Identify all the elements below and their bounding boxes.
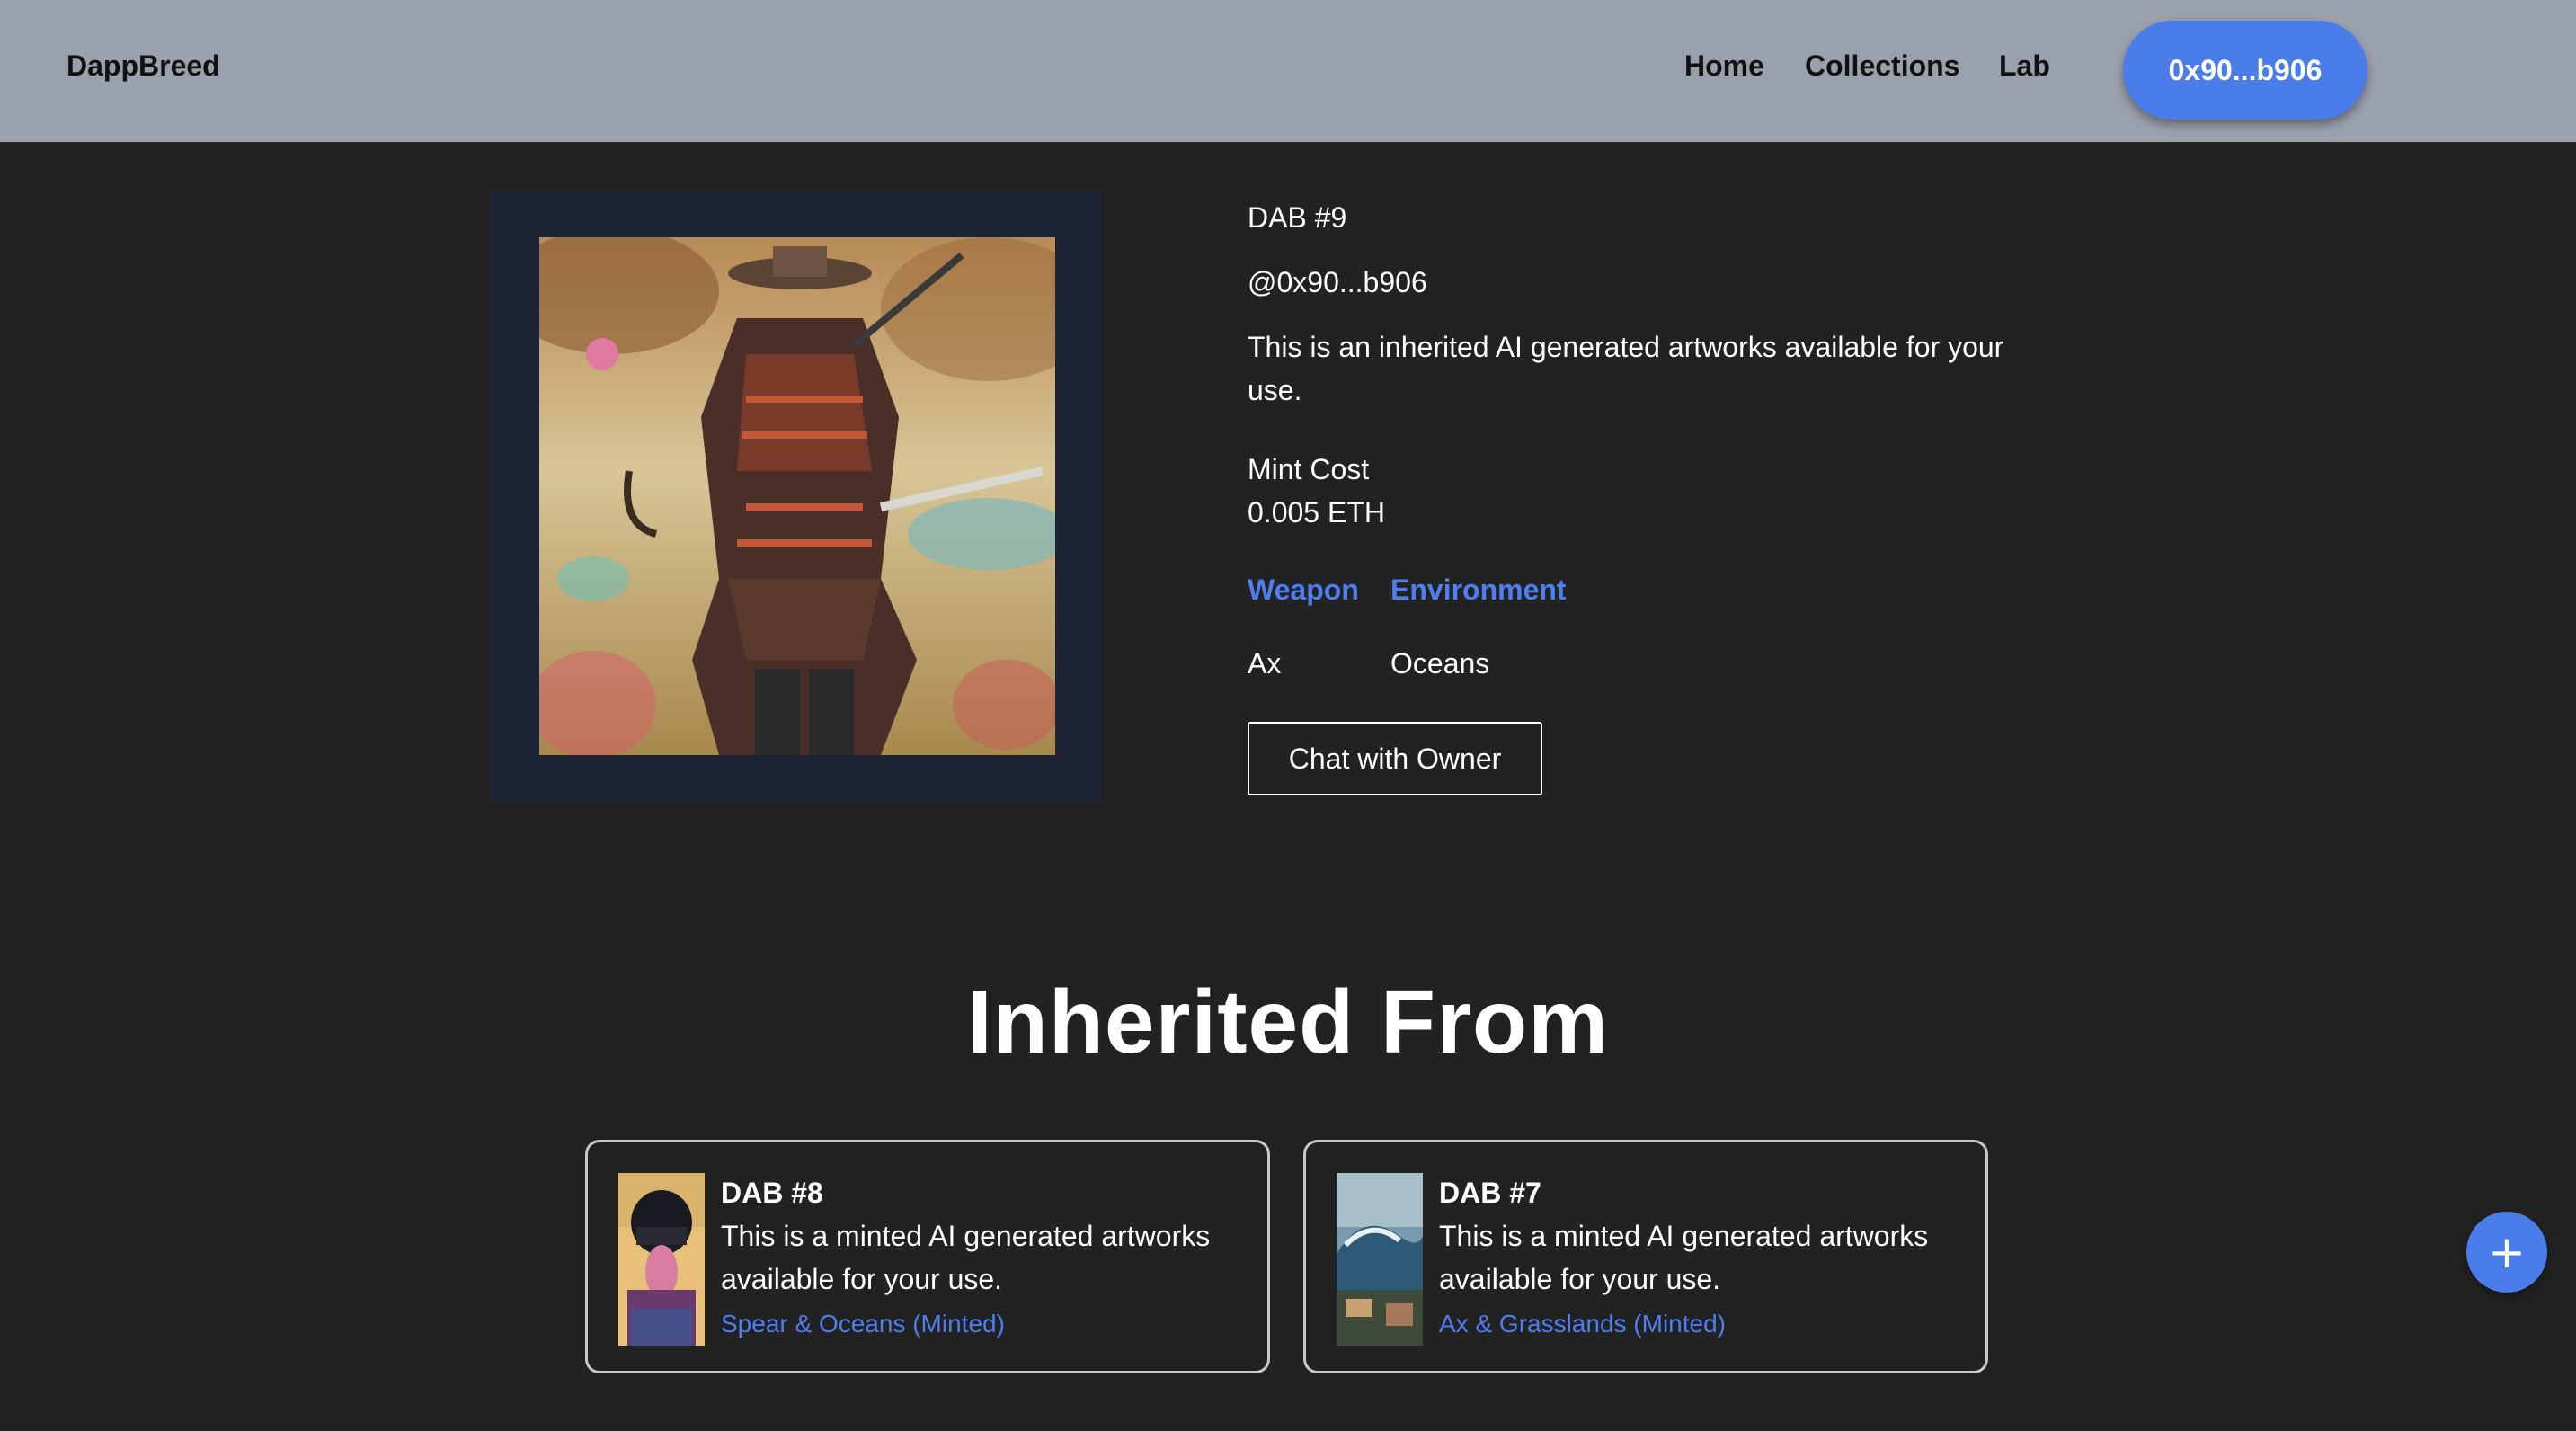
parent-thumbnail [1337, 1173, 1423, 1346]
parent-card-dab-8[interactable]: DAB #8 This is a minted AI generated art… [585, 1140, 1270, 1373]
nft-owner[interactable]: @0x90...b906 [1248, 261, 1427, 304]
plus-icon[interactable]: + [2466, 1212, 2547, 1293]
parent-card-desc-line2: available for your use. [1439, 1263, 1721, 1295]
nft-description-line1: This is an inherited AI generated artwor… [1248, 331, 2004, 363]
trait-environment-label: Environment [1390, 573, 1567, 606]
samurai-artwork-icon [539, 237, 1055, 755]
parent-card-description: This is a minted AI generated artworks a… [1439, 1214, 1969, 1301]
chat-with-owner-button[interactable]: Chat with Owner [1248, 722, 1542, 795]
nav-home-link[interactable]: Home [1684, 49, 1764, 83]
parent-card-title: DAB #7 [1439, 1177, 1541, 1209]
inherited-from-heading: Inherited From [966, 972, 1610, 1072]
trait-weapon-value: Ax [1248, 647, 1282, 680]
brand-logo[interactable]: DappBreed [67, 49, 220, 83]
parent-card-description: This is a minted AI generated artworks a… [721, 1214, 1251, 1301]
parent-card-traits: Ax & Grasslands (Minted) [1439, 1310, 1726, 1338]
parent-card-desc-line1: This is a minted AI generated artworks [1439, 1220, 1929, 1252]
nft-title: DAB #9 [1248, 201, 1347, 234]
vader-artwork-icon [618, 1173, 705, 1346]
parent-card-desc-line1: This is a minted AI generated artworks [721, 1220, 1211, 1252]
parent-card-title: DAB #8 [721, 1177, 823, 1209]
artwork-image [539, 237, 1055, 755]
artwork-frame [491, 191, 1102, 802]
nav-collections-link[interactable]: Collections [1805, 49, 1959, 83]
trait-weapon-label: Weapon [1248, 573, 1359, 606]
wave-artwork-icon [1337, 1173, 1423, 1346]
nft-description-line2: use. [1248, 374, 1302, 406]
mint-cost-value: 0.005 ETH [1248, 496, 1385, 529]
parent-thumbnail [618, 1173, 705, 1346]
nav-lab-link[interactable]: Lab [1999, 49, 2050, 83]
wallet-address-button[interactable]: 0x90...b906 [2123, 21, 2367, 120]
parent-card-desc-line2: available for your use. [721, 1263, 1003, 1295]
parent-card-dab-7[interactable]: DAB #7 This is a minted AI generated art… [1303, 1140, 1988, 1373]
top-navbar: DappBreed Home Collections Lab 0x90...b9… [0, 0, 2576, 142]
mint-cost-label: Mint Cost [1248, 453, 1370, 485]
trait-environment-value: Oceans [1390, 647, 1490, 680]
parent-card-traits: Spear & Oceans (Minted) [721, 1310, 1005, 1338]
